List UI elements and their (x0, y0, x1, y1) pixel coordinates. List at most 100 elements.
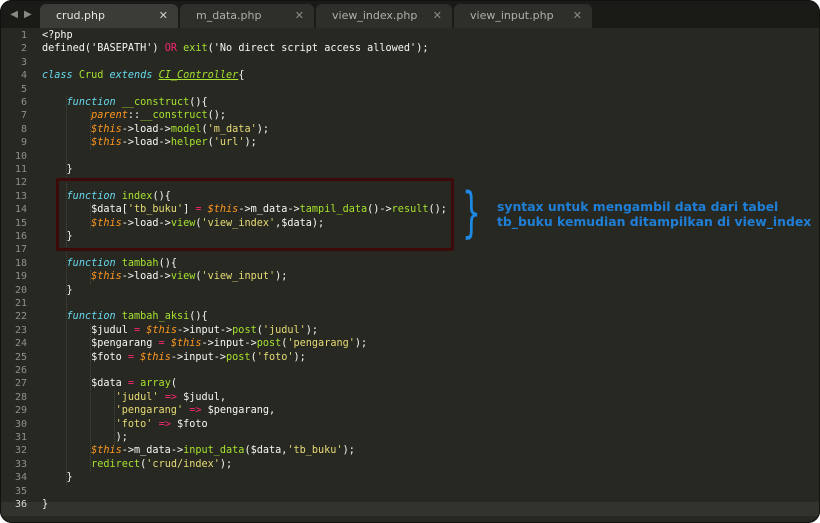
code-token: array (140, 378, 171, 390)
code-line: } (42, 498, 48, 511)
code-token: } (42, 284, 73, 296)
annotation-line-2: tb_buku kemudian ditampilkan di view_ind… (497, 214, 812, 229)
line-number: 1 (20, 30, 27, 41)
highlight-box (56, 178, 454, 251)
line-number: 14 (14, 204, 27, 216)
code-token: post (226, 351, 251, 363)
code-line: $data = array( (42, 377, 177, 390)
code-token: ); (305, 324, 319, 336)
code-token: 'foto' (256, 351, 294, 363)
code-token: $this (91, 137, 122, 149)
line-number: 36 (14, 499, 27, 510)
code-token: input_data (183, 445, 245, 457)
code-token: ->input-> (176, 324, 233, 336)
code-token: post (232, 324, 257, 336)
code-token: ') (146, 43, 165, 55)
code-token: ->load-> (121, 123, 171, 135)
code-line: function tambah(){ (42, 257, 177, 270)
tab-label: view_input.php (470, 9, 554, 22)
line-number: 9 (20, 137, 27, 149)
line-number: 25 (14, 351, 27, 363)
line-number: 29 (14, 405, 27, 417)
chevron-right-icon[interactable]: ▶ (24, 9, 32, 20)
code-token: ( (170, 378, 177, 390)
code-line: parent::__construct(); (42, 109, 226, 122)
code-token: view (170, 271, 196, 283)
line-number: 19 (14, 271, 27, 283)
code-token: function (66, 311, 116, 323)
code-token: ->load-> (121, 137, 171, 149)
tab-navigation: ◀ ▶ (4, 6, 38, 22)
code-token: class (42, 70, 73, 82)
indent-guide (90, 109, 91, 150)
code-token: ->input-> (170, 351, 227, 363)
code-token: function (66, 257, 116, 269)
line-number: 15 (14, 217, 27, 229)
tab-view-index-php[interactable]: view_index.php ✕ (316, 4, 452, 28)
code-token: (){ (189, 311, 208, 323)
line-number: 13 (14, 190, 27, 202)
annotation-text: syntax untuk mengambil data dari tabel t… (497, 199, 811, 229)
line-number: 27 (14, 378, 27, 390)
code-token: Crud (78, 70, 104, 82)
line-number: 24 (14, 338, 27, 350)
tab-label: crud.php (56, 9, 105, 22)
code-token: 'view_input' (201, 271, 276, 283)
code-token: => (158, 418, 171, 430)
line-number: 26 (14, 365, 27, 376)
code-token: ->input-> (201, 338, 257, 350)
code-token: (); (207, 110, 227, 122)
code-token: extends (109, 70, 153, 82)
line-number: 22 (14, 311, 27, 323)
code-token: OR (164, 43, 177, 55)
close-icon[interactable]: ✕ (159, 4, 168, 28)
code-editor[interactable]: 1 2 3 4 5 6 7 8 9 10 11 12 13 14 15 16 17 18 19 20 21 22 23 24 2… (0, 28, 820, 523)
code-token: } (42, 472, 73, 484)
code-token: ); (354, 338, 368, 350)
close-icon[interactable]: ✕ (433, 4, 442, 28)
code-token: 'judul' (262, 324, 306, 336)
code-line: class Crud extends CI_Controller{ (42, 69, 244, 82)
tab-m-data-php[interactable]: m_data.php ✕ (180, 4, 314, 28)
tab-label: view_index.php (332, 9, 418, 22)
code-token: $data (42, 378, 128, 390)
line-number: 17 (14, 244, 27, 256)
code-token: $this (170, 338, 202, 350)
code-token: ); (342, 445, 355, 457)
code-token: CI_Controller (158, 70, 239, 82)
close-icon[interactable]: ✕ (573, 4, 582, 28)
line-number: 10 (14, 150, 27, 162)
chevron-left-icon[interactable]: ◀ (10, 9, 18, 20)
code-token: => (189, 405, 202, 417)
line-number: 33 (14, 458, 27, 470)
code-token: 'foto' (115, 418, 153, 430)
tab-view-input-php[interactable]: view_input.php ✕ (454, 4, 592, 28)
code-token: ); (293, 351, 306, 363)
indent-guide (90, 323, 91, 472)
indent-guide (114, 390, 115, 445)
code-token: <?php (42, 30, 73, 41)
code-line: } (42, 471, 73, 484)
code-line: $this->load->helper('url'); (42, 136, 257, 149)
code-token: ($data, (244, 445, 288, 457)
code-token: ); (256, 123, 269, 135)
line-number-gutter: 1 2 3 4 5 6 7 8 9 10 11 12 13 14 15 16 17 18 19 20 21 22 23 24 2… (0, 28, 36, 523)
code-token: } (42, 499, 49, 510)
line-number: 21 (14, 298, 27, 309)
code-token: 'judul' (115, 391, 159, 403)
code-token: parent (91, 110, 128, 122)
code-token: => (164, 391, 177, 403)
tab-crud-php[interactable]: crud.php ✕ (40, 4, 178, 28)
code-line: $judul = $this->input->post('judul'); (42, 324, 318, 337)
code-token: (){ (189, 97, 208, 108)
code-token: $this (146, 324, 177, 336)
code-line: <?php (42, 29, 73, 42)
close-icon[interactable]: ✕ (295, 4, 304, 28)
code-line: 'judul' => $judul, (42, 391, 226, 404)
code-line: $this->load->view('view_input'); (42, 270, 287, 283)
